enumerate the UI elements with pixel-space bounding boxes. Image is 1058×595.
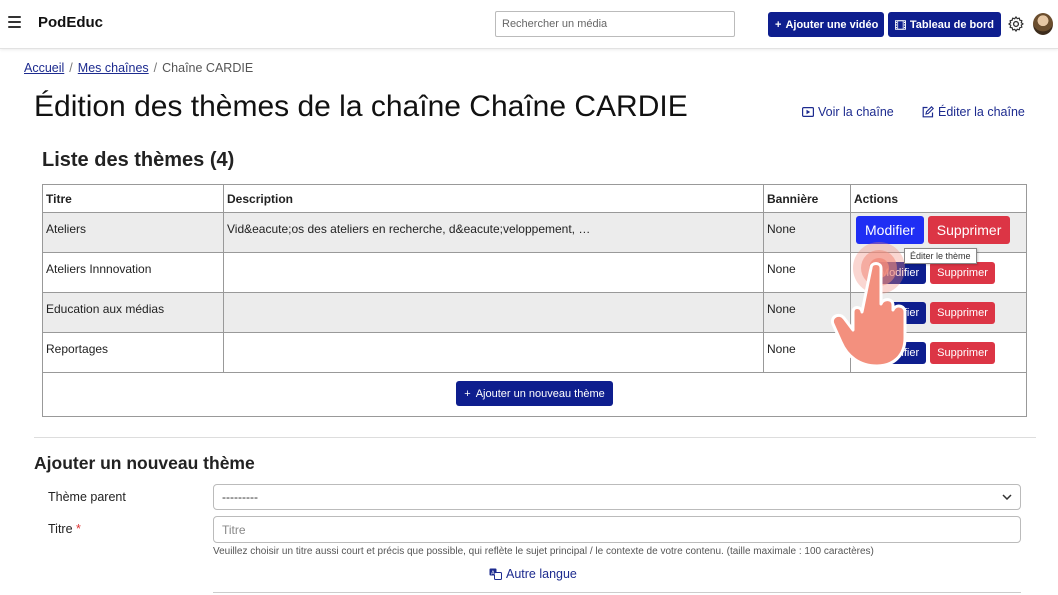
delete-button[interactable]: Supprimer <box>927 216 1011 244</box>
breadcrumb: Accueil / Mes chaînes / Chaîne CARDIE <box>24 61 254 75</box>
col-header-actions: Actions <box>850 184 1027 213</box>
theme-banner: None <box>763 292 851 333</box>
brand-logo[interactable]: PodEduc <box>38 14 103 31</box>
add-theme-button[interactable]: + Ajouter un nouveau thème <box>456 381 613 406</box>
parent-theme-value: --------- <box>222 490 258 504</box>
table-row: Reportages None Modifier Supprimer <box>42 332 1027 373</box>
theme-description <box>223 292 764 333</box>
delete-button[interactable]: Supprimer <box>930 262 995 284</box>
table-header-row: Titre Description Bannière Actions <box>42 184 1027 213</box>
dashboard-label: Tableau de bord <box>909 18 994 31</box>
search-input[interactable] <box>495 11 735 37</box>
table-row: Ateliers Innnovation None Modifier Suppr… <box>42 252 1027 293</box>
modify-button[interactable]: Modifier <box>873 262 927 284</box>
tooltip: Éditer le thème <box>904 248 977 264</box>
col-header-description: Description <box>223 184 764 213</box>
themes-table: Titre Description Bannière Actions Ateli… <box>42 184 1027 417</box>
film-icon <box>895 19 906 30</box>
dashboard-button[interactable]: Tableau de bord <box>888 12 1001 37</box>
delete-button[interactable]: Supprimer <box>930 342 995 364</box>
theme-title: Education aux médias <box>42 292 224 333</box>
edit-channel-link[interactable]: Éditer la chaîne <box>922 105 1025 119</box>
themes-list-title: Liste des thèmes (4) <box>42 149 235 171</box>
theme-title: Ateliers <box>42 212 224 253</box>
avatar[interactable] <box>1033 13 1053 35</box>
translate-icon: A <box>489 568 502 580</box>
col-header-title: Titre <box>42 184 224 213</box>
modify-button[interactable]: Modifier <box>873 302 927 324</box>
add-theme-row: + Ajouter un nouveau thème <box>42 372 1027 417</box>
video-icon <box>802 107 814 117</box>
theme-banner: None <box>763 252 851 293</box>
parent-theme-label: Thème parent <box>48 490 126 504</box>
table-row: Education aux médias None Modifier Suppr… <box>42 292 1027 333</box>
title-help-text: Veuillez choisir un titre aussi court et… <box>213 546 874 557</box>
chevron-down-icon <box>1002 494 1012 500</box>
modify-button[interactable]: Modifier <box>856 216 924 244</box>
pencil-square-icon <box>922 106 934 118</box>
add-video-button[interactable]: + Ajouter une vidéo <box>768 12 884 37</box>
other-language-link[interactable]: A Autre langue <box>489 567 577 581</box>
page-title: Édition des thèmes de la chaîne Chaîne C… <box>34 90 688 123</box>
section-divider <box>34 437 1036 438</box>
title-input[interactable] <box>213 516 1021 543</box>
theme-banner: None <box>763 212 851 253</box>
breadcrumb-home-link[interactable]: Accueil <box>24 61 64 75</box>
theme-title: Ateliers Innnovation <box>42 252 224 293</box>
svg-text:A: A <box>491 570 495 576</box>
menu-icon[interactable] <box>8 16 21 28</box>
gear-icon[interactable] <box>1007 15 1025 33</box>
modify-button[interactable]: Modifier <box>873 342 927 364</box>
theme-title: Reportages <box>42 332 224 373</box>
view-channel-link[interactable]: Voir la chaîne <box>802 105 894 119</box>
theme-description <box>223 332 764 373</box>
table-row: Ateliers Vid&eacute;os des ateliers en r… <box>42 212 1027 253</box>
next-field-edge <box>213 592 1021 593</box>
theme-actions: Modifier Supprimer <box>850 292 1027 333</box>
breadcrumb-channels-link[interactable]: Mes chaînes <box>78 61 149 75</box>
theme-actions: Modifier Supprimer <box>850 212 1027 253</box>
col-header-banner: Bannière <box>763 184 851 213</box>
theme-description <box>223 252 764 293</box>
theme-description: Vid&eacute;os des ateliers en recherche,… <box>223 212 764 253</box>
plus-icon: + <box>775 18 782 31</box>
theme-actions: Modifier Supprimer <box>850 332 1027 373</box>
add-video-label: Ajouter une vidéo <box>785 18 879 31</box>
top-navbar: PodEduc + Ajouter une vidéo Tableau de b… <box>0 0 1058 49</box>
add-theme-form-title: Ajouter un nouveau thème <box>34 453 255 473</box>
parent-theme-select[interactable]: --------- <box>213 484 1021 510</box>
breadcrumb-current: Chaîne CARDIE <box>162 61 254 75</box>
title-label: Titre * <box>48 522 81 536</box>
required-mark: * <box>76 522 81 536</box>
theme-banner: None <box>763 332 851 373</box>
delete-button[interactable]: Supprimer <box>930 302 995 324</box>
plus-icon: + <box>464 387 471 400</box>
